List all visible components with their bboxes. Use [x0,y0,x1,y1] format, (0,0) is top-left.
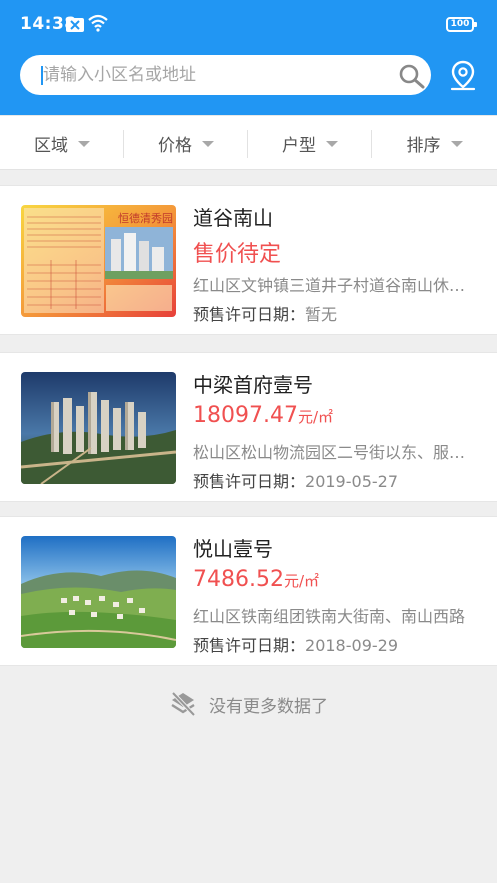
filter-label: 价格 [158,136,192,156]
battery-icon: 100 [446,17,477,32]
search-bar[interactable] [20,55,431,95]
listing-card[interactable]: 悦山壹号 7486.52元/㎡ 红山区铁南组团铁南大街南、南山西路 预售许可日期… [0,516,497,666]
search-icon[interactable] [398,63,426,93]
filter-label: 排序 [406,136,441,156]
filter-region[interactable]: 区域 [0,116,124,171]
search-input[interactable] [43,55,373,95]
listing-address: 红山区文钟镇三道井子村道谷南山休闲度假区 [193,276,468,295]
listing-address: 松山区松山物流园区二号街以东、服务区 [193,443,468,462]
price-value: 18097.47 [193,403,298,428]
listing-name: 中梁首府壹号 [193,373,313,397]
permit-label: 预售许可日期： [193,636,306,655]
listing-price: 售价待定 [193,236,281,268]
layers-off-icon [171,691,196,717]
permit-label: 预售许可日期： [193,305,306,324]
app-header: 14:38 100 [0,0,497,115]
listing-thumbnail [21,536,176,648]
price-unit: 元/㎡ [297,408,334,426]
filter-price[interactable]: 价格 [124,116,248,171]
listing-price: 7486.52元/㎡ [193,567,319,592]
filter-sort[interactable]: 排序 [372,116,497,171]
permit-date: 2018-09-29 [305,636,398,655]
dropdown-arrow-icon [78,140,90,147]
listing-name: 悦山壹号 [193,537,273,561]
location-pin-icon[interactable] [449,60,477,96]
filter-layout[interactable]: 户型 [248,116,372,171]
no-more-text: 没有更多数据了 [209,696,328,717]
dropdown-arrow-icon [450,140,463,147]
status-bar: 14:38 100 [0,0,497,50]
listing-thumbnail [21,372,176,484]
permit-label: 预售许可日期： [193,472,306,491]
listing-thumbnail: 恒德清秀园 [21,205,176,317]
listing-card[interactable]: 恒德清秀园 道谷南山 售价待定 红山区文钟镇三道井子村道谷南山休闲度假区 预售许… [0,185,497,335]
listing-price: 18097.47元/㎡ [193,403,333,428]
listing-name: 道谷南山 [193,206,273,230]
filter-label: 区域 [34,136,68,156]
filter-bar: 区域 价格 户型 排序 [0,115,497,170]
dropdown-arrow-icon [202,140,214,147]
listing-card[interactable]: 中梁首府壹号 18097.47元/㎡ 松山区松山物流园区二号街以东、服务区 预售… [0,352,497,502]
price-unit: 元/㎡ [283,572,320,590]
listing-permit: 预售许可日期：2019-05-27 [193,468,398,492]
filter-label: 户型 [282,136,316,156]
no-more-data: 没有更多数据了 [0,686,497,722]
listing-permit: 预售许可日期：暂无 [193,301,337,325]
wifi-icon [88,14,108,36]
price-value: 售价待定 [193,242,282,267]
permit-date: 暂无 [305,305,338,324]
listing-address: 红山区铁南组团铁南大街南、南山西路 [193,607,466,626]
message-icon [66,18,84,32]
price-value: 7486.52 [193,567,284,592]
thumbnail-title: 恒德清秀园 [118,211,173,225]
listing-permit: 预售许可日期：2018-09-29 [193,632,398,656]
permit-date: 2019-05-27 [305,472,398,491]
dropdown-arrow-icon [326,140,338,147]
